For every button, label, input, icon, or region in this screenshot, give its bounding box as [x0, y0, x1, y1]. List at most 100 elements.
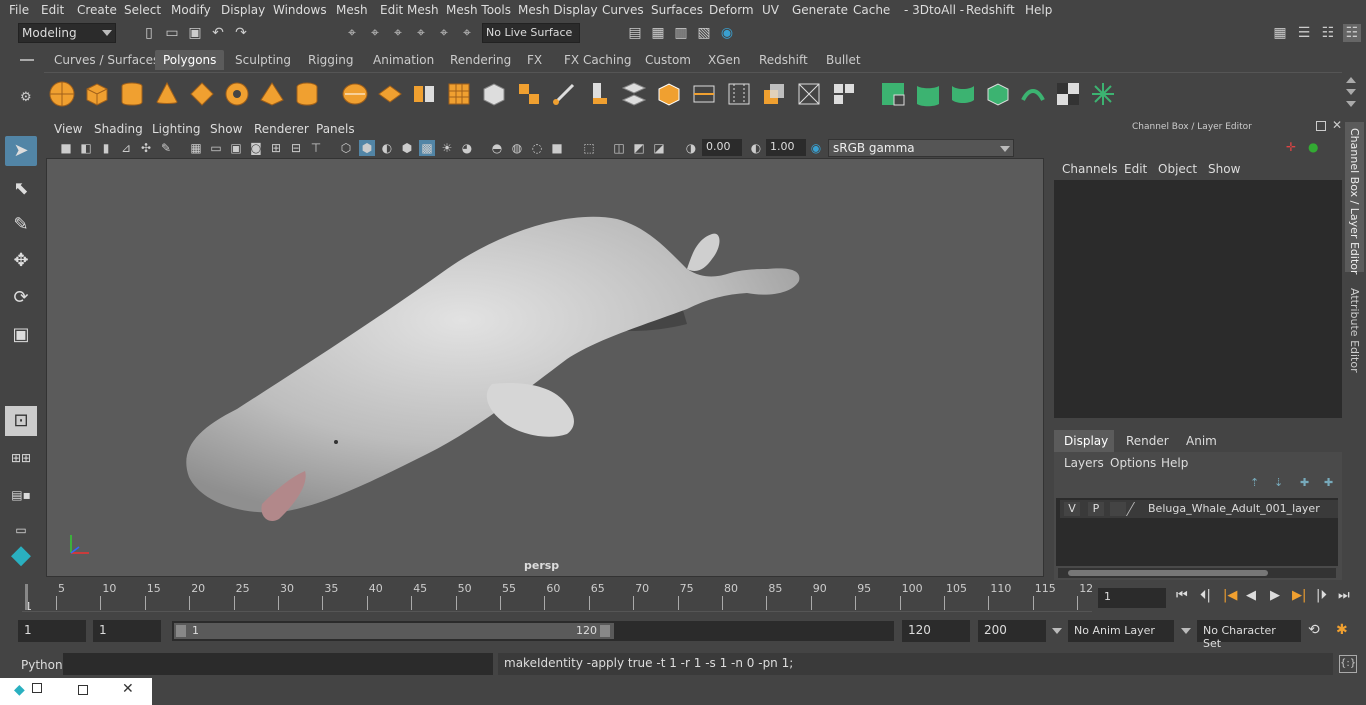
layer-display-type[interactable]	[1110, 502, 1126, 516]
motion-blur-icon[interactable]: ◓	[489, 140, 505, 156]
move-layer-down-icon[interactable]: ⇣	[1274, 476, 1283, 489]
gear-icon[interactable]: ⚙	[20, 90, 34, 105]
select-tool-icon[interactable]: ➤	[5, 136, 37, 166]
animation-end-field[interactable]: 200	[978, 620, 1046, 642]
object-menu[interactable]: Object	[1158, 162, 1197, 176]
target-weld-icon[interactable]	[795, 80, 823, 108]
menu-windows[interactable]: Windows	[273, 3, 327, 17]
tab-redshift[interactable]: Redshift	[759, 53, 808, 67]
menu-create[interactable]: Create	[77, 3, 117, 17]
extrude-icon[interactable]	[585, 80, 613, 108]
tab-polygons[interactable]: Polygons	[155, 50, 225, 70]
cut-sew-uv-icon[interactable]	[1019, 80, 1047, 108]
new-layer-icon[interactable]: ✚	[1300, 476, 1309, 489]
planar-uv-icon[interactable]	[879, 80, 907, 108]
menu-3dtoall[interactable]: - 3DtoAll -	[904, 3, 964, 17]
panel-menu-shading[interactable]: Shading	[94, 122, 143, 136]
outliner-icon[interactable]: ☰	[1295, 24, 1313, 42]
bookmark-icon[interactable]: ▮	[98, 140, 114, 156]
layer-name[interactable]: Beluga_Whale_Adult_001_layer	[1148, 502, 1320, 515]
attribute-editor-icon[interactable]: ☷	[1319, 24, 1337, 42]
exposure-field[interactable]: 0.00	[702, 139, 742, 156]
render-settings-icon[interactable]: ▧	[695, 24, 713, 42]
chevron-down-icon[interactable]	[1052, 628, 1062, 634]
shelf-scroll-up-icon[interactable]	[1346, 77, 1356, 83]
playback-end-field[interactable]: 120	[902, 620, 970, 642]
safe-action-icon[interactable]: ⊟	[288, 140, 304, 156]
smooth-shade-icon[interactable]: ⬢	[359, 140, 375, 156]
2d-pan-icon[interactable]: ✣	[138, 140, 154, 156]
image-plane-icon[interactable]: ⊿	[118, 140, 134, 156]
menu-edit[interactable]: Edit	[41, 3, 64, 17]
range-start-handle[interactable]	[176, 625, 186, 637]
animation-prefs-icon[interactable]: ✱	[1336, 622, 1348, 638]
layer-playback-toggle[interactable]: P	[1088, 502, 1104, 516]
tab-sculpting[interactable]: Sculpting	[235, 53, 291, 67]
poly-torus-icon[interactable]	[223, 80, 251, 108]
play-forward-icon[interactable]: ▶	[1270, 588, 1280, 603]
mode-selector[interactable]: Modeling	[18, 23, 116, 43]
snap-grid-icon[interactable]: ⌖	[412, 24, 430, 42]
poly-cone-icon[interactable]	[153, 80, 181, 108]
antialiasing-icon[interactable]: ◍	[509, 140, 525, 156]
exposure-icon[interactable]: ◑	[683, 140, 699, 156]
new-layer-selected-icon[interactable]: ✚	[1324, 476, 1333, 489]
menu-redshift[interactable]: Redshift	[966, 3, 1015, 17]
mirror-icon[interactable]	[515, 80, 543, 108]
shelf-menu-down-icon[interactable]	[1346, 101, 1356, 107]
go-to-end-icon[interactable]: ⏭	[1338, 588, 1350, 603]
restore-icon[interactable]	[32, 683, 42, 693]
panel-menu-panels[interactable]: Panels	[316, 122, 355, 136]
paint-select-tool-icon[interactable]: ✎	[5, 210, 37, 240]
menu-generate[interactable]: Generate	[792, 3, 848, 17]
tab-attribute-editor[interactable]: Attribute Editor	[1348, 288, 1361, 373]
step-back-key-icon[interactable]: ⏴|	[1200, 588, 1211, 603]
separate-icon[interactable]	[376, 80, 404, 108]
maximize-icon[interactable]	[78, 685, 88, 695]
shadows-icon[interactable]: ☀	[439, 140, 455, 156]
time-slider[interactable]: 1 5 10 15 20 25 30 35 40 45 50 55 60 65 70 75 80 85 90 95 1…	[0, 580, 1366, 616]
shelf-menu-icon[interactable]	[20, 59, 34, 61]
open-scene-icon[interactable]: ▭	[163, 24, 181, 42]
tab-rendering[interactable]: Rendering	[450, 53, 511, 67]
character-set-dropdown[interactable]: No Character Set	[1197, 620, 1301, 650]
layer-scrollbar[interactable]	[1058, 568, 1336, 578]
step-forward-frame-icon[interactable]: ▶|	[1292, 588, 1306, 603]
scale-tool-icon[interactable]: ▣	[5, 320, 37, 350]
scrollbar-thumb[interactable]	[1068, 570, 1268, 576]
camera-attr-icon[interactable]: ◧	[78, 140, 94, 156]
menu-mesh-tools[interactable]: Mesh Tools	[446, 3, 511, 17]
select-component-icon[interactable]: ⌖	[389, 24, 407, 42]
wireframe-icon[interactable]: ⬡	[338, 140, 354, 156]
new-scene-icon[interactable]: ▯	[140, 24, 158, 42]
menu-curves[interactable]: Curves	[602, 3, 644, 17]
tab-fx-caching[interactable]: FX Caching	[564, 53, 631, 67]
resolution-gate-icon[interactable]: ▣	[228, 140, 244, 156]
anim-layer-dropdown[interactable]: No Anim Layer	[1068, 620, 1174, 642]
combine-icon[interactable]	[341, 80, 369, 108]
uv-editor-icon[interactable]	[1089, 80, 1117, 108]
tab-xgen[interactable]: XGen	[708, 53, 741, 67]
play-backwards-icon[interactable]: ◀	[1246, 588, 1256, 603]
color-management-icon[interactable]: ◉	[808, 140, 824, 156]
menu-modify[interactable]: Modify	[171, 3, 211, 17]
auto-key-icon[interactable]: ⟲	[1308, 622, 1320, 638]
channel-box-icon[interactable]: ☷	[1343, 24, 1361, 42]
current-time-indicator[interactable]	[25, 584, 28, 610]
grease-pencil-icon[interactable]: ✎	[158, 140, 174, 156]
snap-curve-icon[interactable]: ⌖	[435, 24, 453, 42]
tab-channel-box[interactable]: Channel Box / Layer Editor	[1345, 122, 1364, 275]
hypershade-icon[interactable]: ◉	[718, 24, 736, 42]
menu-mesh-display[interactable]: Mesh Display	[518, 3, 598, 17]
range-track[interactable]: 1 120	[172, 621, 894, 641]
close-icon[interactable]: ✕	[122, 681, 134, 697]
ipr-render-icon[interactable]: ▥	[672, 24, 690, 42]
tab-display[interactable]: Display	[1054, 430, 1114, 452]
edit-menu[interactable]: Edit	[1124, 162, 1147, 176]
single-view-icon[interactable]: ⊡	[5, 406, 37, 436]
grid-icon[interactable]: ▦	[188, 140, 204, 156]
smooth-icon[interactable]	[445, 80, 473, 108]
snap-point-icon[interactable]: ⌖	[458, 24, 476, 42]
panel-menu-lighting[interactable]: Lighting	[152, 122, 201, 136]
layer-visibility-toggle[interactable]: V	[1064, 502, 1080, 516]
